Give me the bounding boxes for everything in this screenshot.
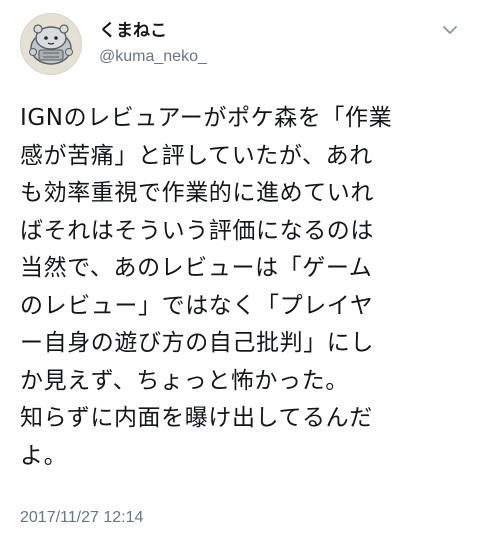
tweet-text-line: よ。: [20, 442, 68, 469]
tweet-text-line: 知らずに内面を曝け出してるんだ: [20, 405, 373, 431]
tweet-text-line: 当然で、あのレビューは「ゲーム: [20, 255, 373, 281]
tweet-header: くまねこ @kuma_neko_: [20, 12, 207, 76]
tweet-text-line: か見えず、ちょっと怖かった。: [20, 367, 349, 394]
tweet-timestamp[interactable]: 2017/11/27 12:14: [20, 508, 143, 528]
tweet-card: くまねこ @kuma_neko_ IGNのレビュアーがポケ森を「作業 感が苦痛」…: [0, 0, 480, 548]
tweet-text-line: ばそれはそういう評価になるのは: [20, 217, 374, 244]
tweet-text: IGNのレビュアーがポケ森を「作業 感が苦痛」と評していたが、あれ も効率重視で…: [20, 100, 465, 475]
tweet-text-line: IGNのレビュアーがポケ森を「作業: [20, 105, 393, 131]
tweet-text-line: も効率重視で作業的に進めていれ: [20, 180, 374, 206]
user-handle[interactable]: @kuma_neko_: [99, 46, 207, 68]
bear-cat-avatar-icon[interactable]: [20, 13, 82, 75]
user-names: くまねこ @kuma_neko_: [99, 20, 207, 68]
tweet-text-line: のレビュー」ではなく「プレイヤ: [20, 292, 374, 319]
tweet-text-line: 感が苦痛」と評していたが、あれ: [20, 142, 373, 169]
tweet-text-line: ー自身の遊び方の自己批判」にし: [20, 330, 374, 356]
chevron-down-icon[interactable]: [440, 20, 460, 40]
display-name[interactable]: くまねこ: [99, 20, 207, 42]
